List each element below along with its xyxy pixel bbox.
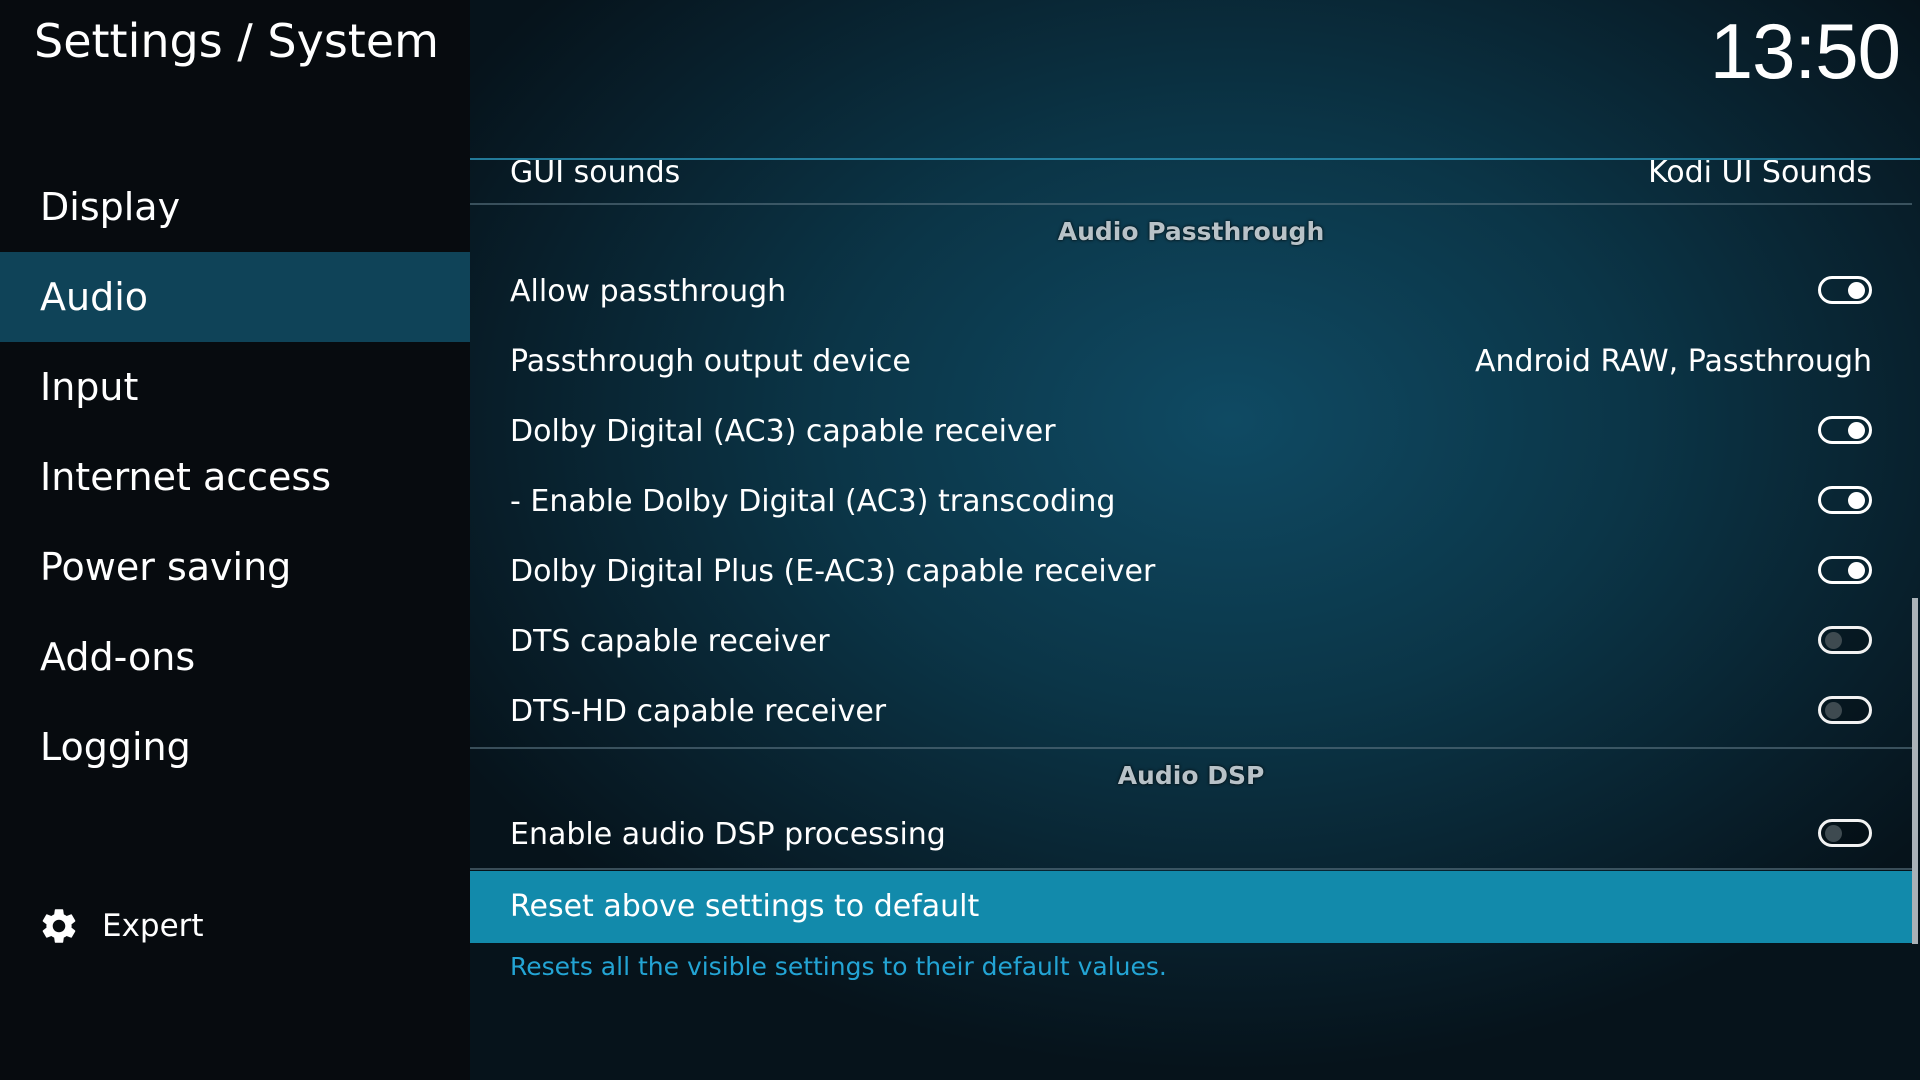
setting-description: Resets all the visible settings to their… — [510, 952, 1167, 981]
setting-label: Dolby Digital Plus (E-AC3) capable recei… — [510, 554, 1156, 589]
setting-label: Enable audio DSP processing — [510, 817, 946, 852]
section-divider — [470, 203, 1912, 205]
sidebar-item-display[interactable]: Display — [0, 162, 470, 252]
toggle-switch[interactable] — [1818, 626, 1872, 654]
setting-eac3-capable-receiver[interactable]: Dolby Digital Plus (E-AC3) capable recei… — [470, 537, 1912, 607]
clock: 13:50 — [1709, 7, 1901, 95]
toggle-knob — [1825, 632, 1842, 649]
setting-label: GUI sounds — [510, 160, 681, 190]
settings-list: GUI sounds Kodi UI Sounds Audio Passthro… — [470, 160, 1920, 960]
gear-icon — [42, 909, 76, 943]
toggle-knob — [1848, 562, 1865, 579]
toggle-switch[interactable] — [1818, 696, 1872, 724]
sidebar-item-add-ons[interactable]: Add-ons — [0, 612, 470, 702]
setting-allow-passthrough[interactable]: Allow passthrough — [470, 257, 1912, 327]
setting-ac3-capable-receiver[interactable]: Dolby Digital (AC3) capable receiver — [470, 397, 1912, 467]
setting-label: DTS capable receiver — [510, 624, 830, 659]
section-divider — [470, 747, 1912, 749]
kodi-settings-screen: Settings / System Display Audio Input In… — [0, 0, 1920, 1080]
setting-label: Allow passthrough — [510, 274, 787, 309]
setting-label: Passthrough output device — [510, 344, 911, 379]
setting-label: DTS-HD capable receiver — [510, 694, 887, 729]
toggle-switch[interactable] — [1818, 556, 1872, 584]
sidebar-item-logging[interactable]: Logging — [0, 702, 470, 792]
setting-ac3-transcoding[interactable]: - Enable Dolby Digital (AC3) transcoding — [470, 467, 1912, 537]
toggle-knob — [1848, 422, 1865, 439]
setting-dts-capable-receiver[interactable]: DTS capable receiver — [470, 607, 1912, 677]
page-title: Settings / System — [34, 14, 439, 68]
toggle-knob — [1825, 702, 1842, 719]
toggle-switch[interactable] — [1818, 486, 1872, 514]
settings-panel: 13:50 GUI sounds Kodi UI Sounds Audio Pa… — [470, 0, 1920, 1080]
settings-level-label: Expert — [102, 908, 204, 944]
section-header-audio-dsp: Audio DSP — [1117, 761, 1265, 790]
toggle-switch[interactable] — [1818, 819, 1872, 847]
setting-value: Android RAW, Passthrough — [1474, 344, 1872, 379]
setting-enable-audio-dsp[interactable]: Enable audio DSP processing — [470, 800, 1912, 870]
setting-reset-defaults[interactable]: Reset above settings to default — [470, 871, 1912, 943]
settings-level-button[interactable]: Expert — [38, 900, 204, 952]
sidebar-item-input[interactable]: Input — [0, 342, 470, 432]
sidebar: Settings / System Display Audio Input In… — [0, 0, 470, 1080]
toggle-switch[interactable] — [1818, 276, 1872, 304]
setting-gui-sounds[interactable]: GUI sounds Kodi UI Sounds — [470, 160, 1912, 208]
toggle-knob — [1848, 492, 1865, 509]
sidebar-item-internet-access[interactable]: Internet access — [0, 432, 470, 522]
toggle-knob — [1825, 825, 1842, 842]
setting-value: Kodi UI Sounds — [1648, 160, 1872, 190]
setting-label: Dolby Digital (AC3) capable receiver — [510, 414, 1056, 449]
toggle-knob — [1848, 282, 1865, 299]
section-header-audio-passthrough: Audio Passthrough — [1057, 217, 1325, 246]
sidebar-item-audio[interactable]: Audio — [0, 252, 470, 342]
setting-label: Reset above settings to default — [510, 889, 980, 924]
setting-label: - Enable Dolby Digital (AC3) transcoding — [510, 484, 1116, 519]
sidebar-item-power-saving[interactable]: Power saving — [0, 522, 470, 612]
row-divider — [470, 868, 1912, 870]
setting-dts-hd-capable-receiver[interactable]: DTS-HD capable receiver — [470, 677, 1912, 747]
setting-passthrough-output-device[interactable]: Passthrough output device Android RAW, P… — [470, 327, 1912, 397]
toggle-switch[interactable] — [1818, 416, 1872, 444]
scrollbar[interactable] — [1912, 598, 1918, 944]
